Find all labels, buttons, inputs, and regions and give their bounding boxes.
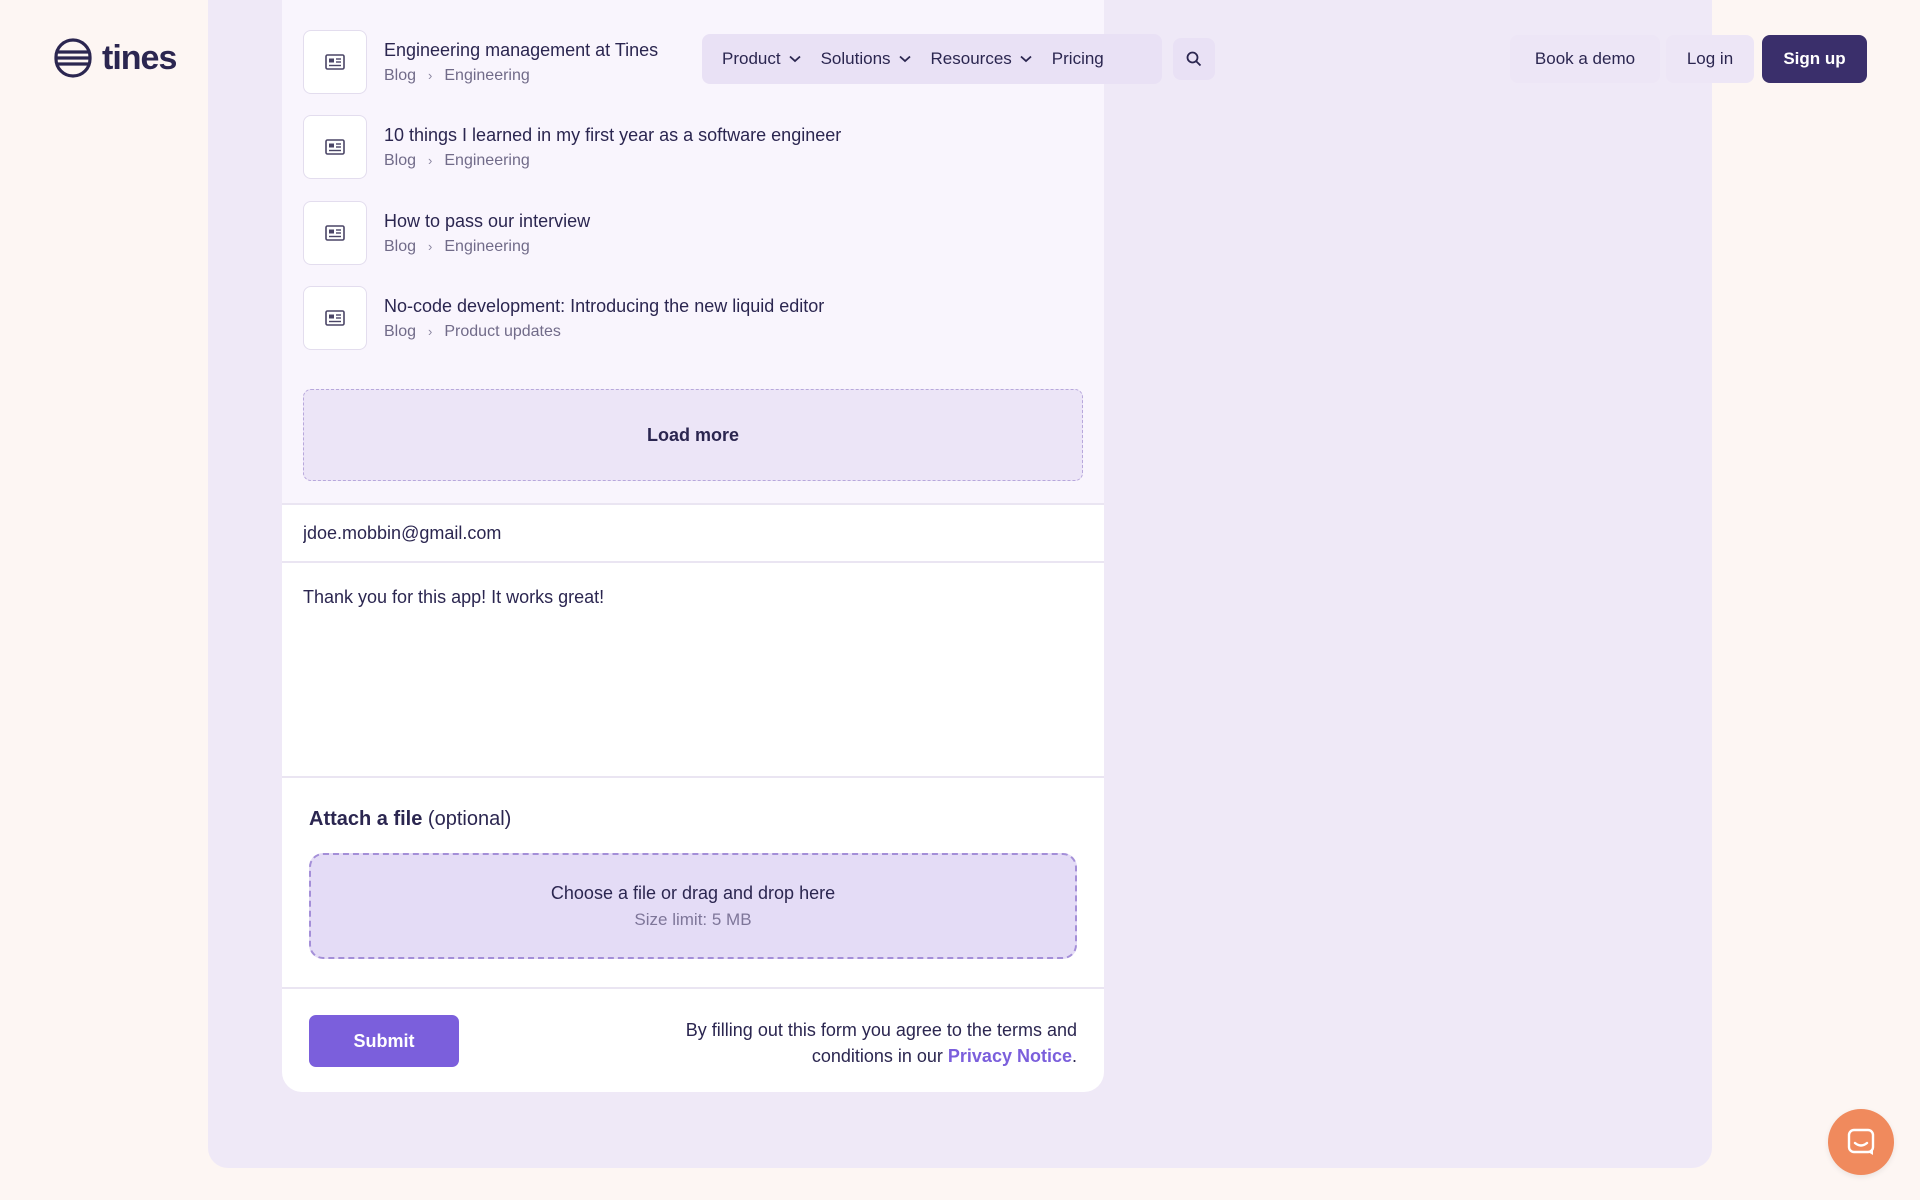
log-in-button[interactable]: Log in xyxy=(1666,35,1754,83)
nav-label: Pricing xyxy=(1051,49,1104,68)
dropzone-text: Choose a file or drag and drop here xyxy=(550,883,836,903)
contact-form-panel: Engineering management at Tines Blog › E… xyxy=(282,0,1104,1092)
attach-label-optional: (optional) xyxy=(422,808,512,830)
privacy-notice-link[interactable]: Privacy Notice xyxy=(948,1046,1072,1066)
size-limit-text: Size limit: 5 MB xyxy=(634,910,752,929)
chevron-right-icon: › xyxy=(428,239,433,254)
crumb: Product updates xyxy=(444,322,561,340)
result-item[interactable]: 10 things I learned in my first year as … xyxy=(303,114,1083,180)
article-icon xyxy=(303,30,367,94)
nav-item-product[interactable]: Product xyxy=(722,49,801,69)
chevron-down-icon xyxy=(1020,55,1032,63)
main-nav: Product Solutions Resources Pricing xyxy=(702,34,1162,84)
nav-item-solutions[interactable]: Solutions xyxy=(821,49,911,69)
crumb: Blog xyxy=(384,322,417,340)
attach-file-label: Attach a file (optional) xyxy=(309,808,511,831)
chat-icon xyxy=(1847,1128,1875,1155)
sign-up-button[interactable]: Sign up xyxy=(1762,35,1867,83)
nav-label: Product xyxy=(722,49,781,68)
brand-name: tines xyxy=(102,38,177,77)
nav-label: Resources xyxy=(930,49,1012,68)
crumb: Blog xyxy=(384,151,417,169)
article-icon xyxy=(303,201,367,265)
book-demo-button[interactable]: Book a demo xyxy=(1510,35,1660,83)
crumb: Blog xyxy=(384,66,417,84)
load-more-button[interactable]: Load more xyxy=(303,389,1083,481)
divider xyxy=(282,776,1104,778)
result-breadcrumb: Blog › Product updates xyxy=(384,323,824,341)
chevron-right-icon: › xyxy=(428,68,433,83)
chat-launcher-button[interactable] xyxy=(1828,1109,1894,1175)
search-button[interactable] xyxy=(1173,38,1215,80)
result-title: Engineering management at Tines xyxy=(384,39,659,60)
terms-notice: By filling out this form you agree to th… xyxy=(657,1017,1077,1069)
chevron-right-icon: › xyxy=(428,324,433,339)
article-icon xyxy=(303,286,367,350)
submit-button[interactable]: Submit xyxy=(309,1015,459,1067)
result-title: How to pass our interview xyxy=(384,210,591,231)
nav-label: Solutions xyxy=(820,49,891,68)
tines-logo[interactable]: tines xyxy=(54,38,177,78)
crumb: Engineering xyxy=(444,151,530,169)
tines-logo-icon xyxy=(54,38,92,78)
email-field[interactable] xyxy=(282,505,1104,561)
crumb: Blog xyxy=(384,237,417,255)
chevron-right-icon: › xyxy=(428,153,433,168)
article-icon xyxy=(303,115,367,179)
terms-end: . xyxy=(1071,1046,1077,1066)
crumb: Engineering xyxy=(444,66,530,84)
result-breadcrumb: Blog › Engineering xyxy=(384,67,658,85)
result-title: 10 things I learned in my first year as … xyxy=(384,124,842,145)
attach-label-bold: Attach a file xyxy=(309,808,423,830)
result-item[interactable]: How to pass our interview Blog › Enginee… xyxy=(303,200,1083,266)
nav-item-resources[interactable]: Resources xyxy=(931,49,1032,69)
chevron-down-icon xyxy=(788,55,801,63)
message-textarea[interactable]: Thank you for this app! It works great! xyxy=(282,563,1104,776)
result-title: No-code development: Introducing the new… xyxy=(384,295,825,316)
file-dropzone[interactable]: Choose a file or drag and drop here Size… xyxy=(309,853,1077,959)
result-breadcrumb: Blog › Engineering xyxy=(384,238,590,256)
result-item[interactable]: No-code development: Introducing the new… xyxy=(303,285,1083,351)
nav-item-pricing[interactable]: Pricing xyxy=(1052,49,1104,69)
search-icon xyxy=(1186,51,1202,67)
chevron-down-icon xyxy=(898,55,911,63)
crumb: Engineering xyxy=(444,237,530,255)
divider xyxy=(282,987,1104,989)
result-breadcrumb: Blog › Engineering xyxy=(384,152,841,170)
